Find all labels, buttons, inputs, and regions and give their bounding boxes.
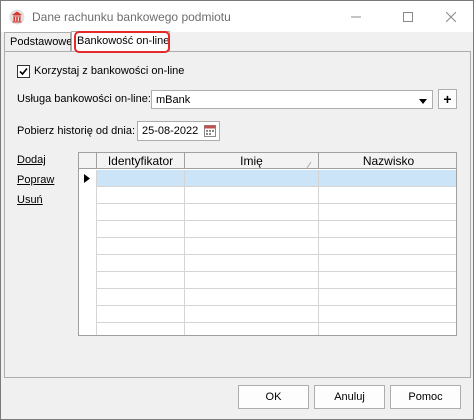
plus-icon: + bbox=[443, 91, 452, 107]
minimize-icon bbox=[351, 16, 361, 17]
maximize-icon bbox=[403, 11, 413, 22]
minimize-button[interactable] bbox=[333, 1, 379, 32]
table-cell[interactable] bbox=[185, 170, 319, 187]
service-select-value: mBank bbox=[156, 94, 191, 106]
row-header-cell bbox=[79, 289, 97, 306]
row-header-cell bbox=[79, 255, 97, 272]
table-row[interactable] bbox=[79, 221, 456, 238]
table-cell[interactable] bbox=[97, 170, 185, 187]
table-cell[interactable] bbox=[319, 187, 456, 204]
table-row[interactable] bbox=[79, 187, 456, 204]
history-from-date-input[interactable]: 25-08-2022 bbox=[137, 121, 220, 141]
bank-building-icon bbox=[9, 9, 25, 25]
table-cell[interactable] bbox=[185, 204, 319, 221]
table-cell[interactable] bbox=[97, 323, 185, 335]
row-header-corner bbox=[79, 153, 97, 169]
row-header-cell bbox=[79, 170, 97, 187]
current-row-arrow-icon bbox=[84, 174, 90, 183]
table-row[interactable] bbox=[79, 238, 456, 255]
row-header-cell bbox=[79, 221, 97, 238]
row-header-cell bbox=[79, 204, 97, 221]
table-cell[interactable] bbox=[319, 306, 456, 323]
table-cell[interactable] bbox=[185, 306, 319, 323]
table-cell[interactable] bbox=[319, 170, 456, 187]
table-cell[interactable] bbox=[319, 238, 456, 255]
table-cell[interactable] bbox=[185, 323, 319, 335]
service-select[interactable]: mBank bbox=[151, 90, 433, 109]
grid-header: Identyfikator Imię Nazwisko bbox=[79, 153, 456, 169]
table-cell[interactable] bbox=[319, 221, 456, 238]
close-button[interactable] bbox=[428, 1, 474, 32]
table-cell[interactable] bbox=[319, 204, 456, 221]
ok-button[interactable]: OK bbox=[238, 385, 309, 409]
add-service-button[interactable]: + bbox=[438, 89, 457, 109]
tab-online-banking[interactable]: Bankowość on-line bbox=[71, 31, 170, 51]
cancel-button[interactable]: Anuluj bbox=[314, 385, 385, 409]
tab-basic[interactable]: Podstawowe bbox=[4, 32, 72, 51]
table-cell[interactable] bbox=[319, 255, 456, 272]
table-cell[interactable] bbox=[185, 255, 319, 272]
window-title: Dane rachunku bankowego podmiotu bbox=[32, 10, 231, 24]
table-cell[interactable] bbox=[185, 289, 319, 306]
column-header-first-name-label: Imię bbox=[240, 154, 263, 168]
table-row[interactable] bbox=[79, 204, 456, 221]
history-from-label: Pobierz historię od dnia: bbox=[17, 125, 136, 137]
row-header-cell bbox=[79, 238, 97, 255]
row-header-cell bbox=[79, 323, 97, 335]
delete-link[interactable]: Usuń bbox=[17, 194, 43, 206]
use-online-banking-checkbox[interactable] bbox=[17, 65, 30, 78]
table-row[interactable] bbox=[79, 255, 456, 272]
table-cell[interactable] bbox=[97, 204, 185, 221]
table-cell[interactable] bbox=[185, 221, 319, 238]
table-cell[interactable] bbox=[185, 238, 319, 255]
add-link[interactable]: Dodaj bbox=[17, 154, 46, 166]
dialog-window: Dane rachunku bankowego podmiotu Podstaw… bbox=[0, 0, 474, 420]
calendar-icon[interactable] bbox=[204, 125, 216, 140]
table-cell[interactable] bbox=[319, 323, 456, 335]
table-cell[interactable] bbox=[185, 187, 319, 204]
table-cell[interactable] bbox=[97, 306, 185, 323]
checkmark-icon bbox=[19, 67, 28, 76]
persons-grid[interactable]: Identyfikator Imię Nazwisko bbox=[78, 152, 457, 336]
chevron-down-icon bbox=[419, 96, 427, 108]
table-cell[interactable] bbox=[319, 289, 456, 306]
help-button[interactable]: Pomoc bbox=[390, 385, 461, 409]
maximize-button[interactable] bbox=[385, 1, 431, 32]
close-icon bbox=[446, 11, 456, 22]
table-row[interactable] bbox=[79, 323, 456, 335]
table-row[interactable] bbox=[79, 272, 456, 289]
use-online-banking-label: Korzystaj z bankowości on-line bbox=[34, 65, 185, 77]
service-label: Usługa bankowości on-line: bbox=[17, 93, 151, 105]
column-header-last-name[interactable]: Nazwisko bbox=[319, 153, 456, 169]
table-cell[interactable] bbox=[185, 272, 319, 289]
row-header-cell bbox=[79, 306, 97, 323]
tab-bar: Podstawowe Bankowość on-line bbox=[4, 31, 472, 52]
table-cell[interactable] bbox=[319, 272, 456, 289]
table-row[interactable] bbox=[79, 170, 456, 187]
history-from-date-value: 25-08-2022 bbox=[142, 125, 199, 137]
row-header-cell bbox=[79, 272, 97, 289]
row-header-cell bbox=[79, 187, 97, 204]
table-cell[interactable] bbox=[97, 187, 185, 204]
table-cell[interactable] bbox=[97, 221, 185, 238]
table-row[interactable] bbox=[79, 289, 456, 306]
table-cell[interactable] bbox=[97, 255, 185, 272]
edit-link[interactable]: Popraw bbox=[17, 174, 54, 186]
table-row[interactable] bbox=[79, 306, 456, 323]
title-bar[interactable]: Dane rachunku bankowego podmiotu bbox=[1, 1, 473, 32]
table-cell[interactable] bbox=[97, 289, 185, 306]
column-header-identifier[interactable]: Identyfikator bbox=[97, 153, 185, 169]
table-cell[interactable] bbox=[97, 238, 185, 255]
column-header-first-name[interactable]: Imię bbox=[185, 153, 319, 169]
table-cell[interactable] bbox=[97, 272, 185, 289]
